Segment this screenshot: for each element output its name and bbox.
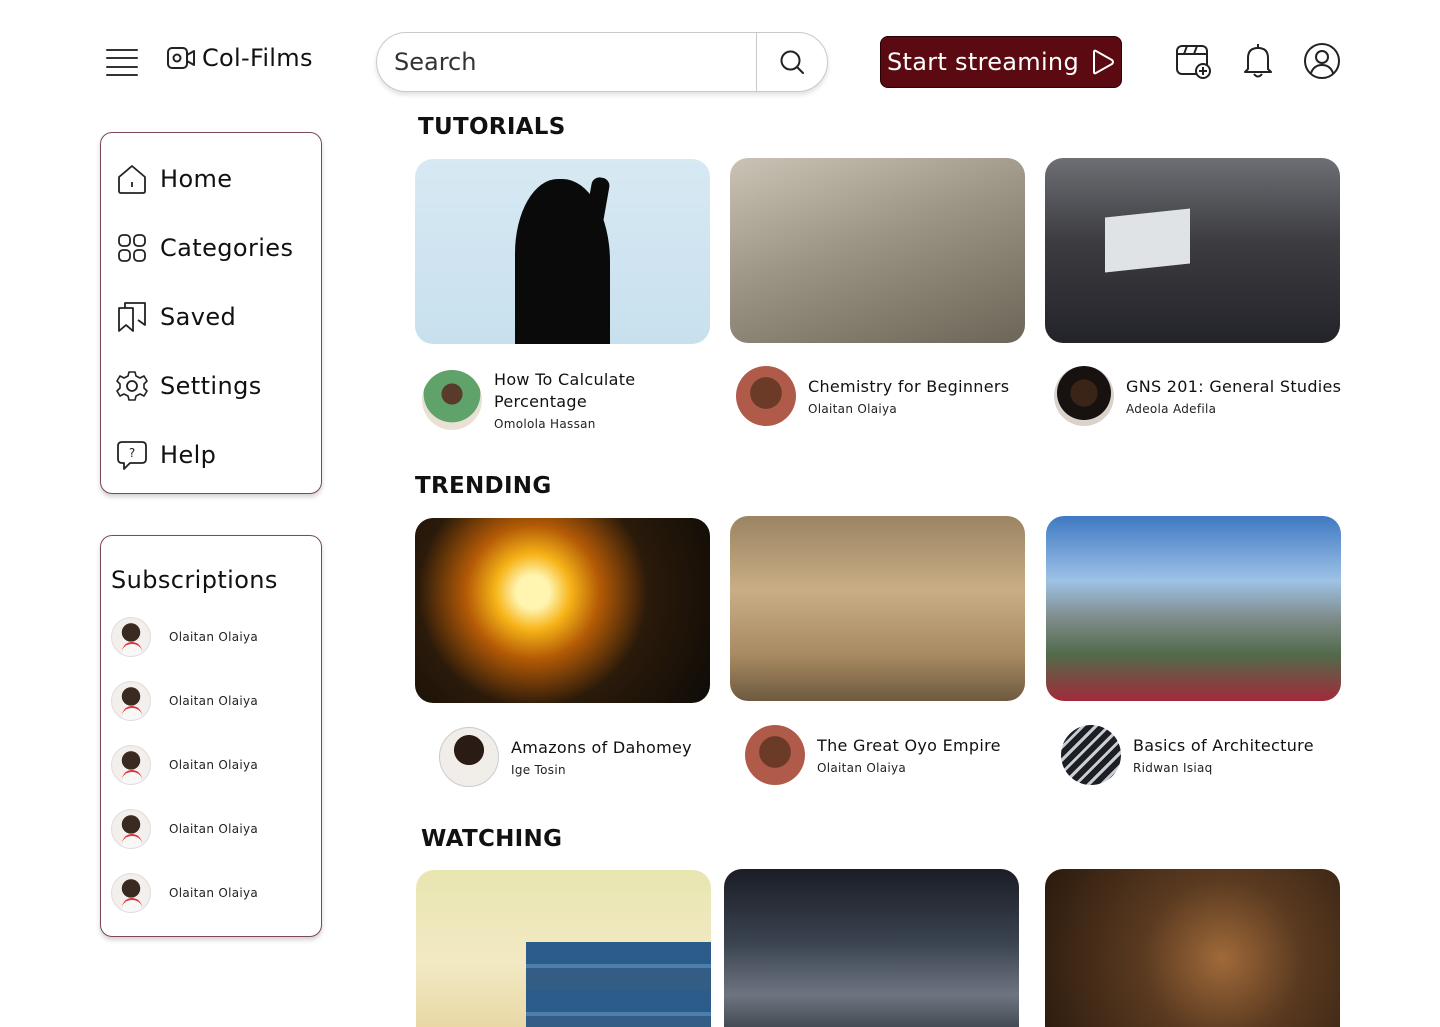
avatar xyxy=(111,809,151,849)
video-card-meta: Amazons of Dahomey Ige Tosin xyxy=(439,727,692,787)
avatar[interactable] xyxy=(439,727,499,787)
avatar[interactable] xyxy=(745,725,805,785)
video-thumbnail[interactable] xyxy=(415,518,710,703)
video-thumbnail[interactable] xyxy=(1045,158,1340,343)
video-thumbnail[interactable] xyxy=(1045,869,1340,1027)
avatar xyxy=(111,873,151,913)
channel-name[interactable]: Ridwan Isiaq xyxy=(1133,761,1314,775)
video-card-meta: Basics of Architecture Ridwan Isiaq xyxy=(1061,725,1314,785)
section-title-trending: TRENDING xyxy=(415,473,552,499)
avatar xyxy=(111,745,151,785)
app-name: Col-Films xyxy=(202,44,313,72)
channel-name[interactable]: Adeola Adefila xyxy=(1126,402,1341,416)
add-video-icon[interactable] xyxy=(1175,42,1213,80)
subscriptions-title: Subscriptions xyxy=(111,566,278,594)
saved-icon xyxy=(116,301,148,333)
video-title[interactable]: Basics of Architecture xyxy=(1133,735,1314,757)
subscription-name: Olaitan Olaiya xyxy=(169,630,259,644)
subscription-item[interactable]: Olaitan Olaiya xyxy=(111,681,258,721)
help-icon: ? xyxy=(116,439,148,471)
sidebar-item-label: Settings xyxy=(160,372,262,400)
menu-icon[interactable] xyxy=(106,47,138,77)
subscription-item[interactable]: Olaitan Olaiya xyxy=(111,745,258,785)
avatar xyxy=(111,617,151,657)
video-card-meta: How To Calculate Percentage Omolola Hass… xyxy=(422,369,694,431)
svg-text:?: ? xyxy=(129,446,135,460)
channel-name[interactable]: Ige Tosin xyxy=(511,763,692,777)
video-title[interactable]: The Great Oyo Empire xyxy=(817,735,1001,757)
play-icon xyxy=(1092,49,1114,75)
video-title[interactable]: Amazons of Dahomey xyxy=(511,737,692,759)
section-title-tutorials: TUTORIALS xyxy=(418,114,566,140)
channel-name[interactable]: Omolola Hassan xyxy=(494,417,694,431)
sidebar-item-label: Categories xyxy=(160,234,294,262)
subscription-name: Olaitan Olaiya xyxy=(169,758,259,772)
start-streaming-label: Start streaming xyxy=(887,48,1079,76)
video-title[interactable]: GNS 201: General Studies xyxy=(1126,376,1341,398)
categories-icon xyxy=(116,232,148,264)
profile-icon[interactable] xyxy=(1303,42,1341,80)
video-thumbnail[interactable] xyxy=(730,158,1025,343)
subscription-item[interactable]: Olaitan Olaiya xyxy=(111,873,258,913)
subscription-name: Olaitan Olaiya xyxy=(169,694,259,708)
subscription-name: Olaitan Olaiya xyxy=(169,886,259,900)
settings-icon xyxy=(116,370,148,402)
avatar[interactable] xyxy=(1054,366,1114,426)
search-button[interactable] xyxy=(756,33,827,91)
sidebar-item-label: Saved xyxy=(160,303,237,331)
sidebar-item-help[interactable]: ? Help xyxy=(116,439,216,471)
subscription-item[interactable]: Olaitan Olaiya xyxy=(111,809,258,849)
home-icon xyxy=(116,163,148,195)
video-card-meta: Chemistry for Beginners Olaitan Olaiya xyxy=(736,366,1009,426)
sidebar-nav: Home Categories Saved Settings ? Help xyxy=(100,132,322,494)
channel-name[interactable]: Olaitan Olaiya xyxy=(817,761,1001,775)
notification-bell-icon[interactable] xyxy=(1239,42,1277,80)
search-bar xyxy=(376,32,828,92)
sidebar-item-settings[interactable]: Settings xyxy=(116,370,262,402)
video-title[interactable]: Chemistry for Beginners xyxy=(808,376,1009,398)
avatar[interactable] xyxy=(736,366,796,426)
sidebar-item-categories[interactable]: Categories xyxy=(116,232,293,264)
video-card-meta: The Great Oyo Empire Olaitan Olaiya xyxy=(745,725,1001,785)
video-thumbnail[interactable] xyxy=(730,516,1025,701)
sidebar-item-label: Help xyxy=(160,441,217,469)
video-camera-icon xyxy=(167,47,195,69)
sidebar-item-saved[interactable]: Saved xyxy=(116,301,236,333)
video-thumbnail[interactable] xyxy=(1046,516,1341,701)
video-card-meta: GNS 201: General Studies Adeola Adefila xyxy=(1054,366,1341,426)
start-streaming-button[interactable]: Start streaming xyxy=(880,36,1122,88)
video-title[interactable]: How To Calculate Percentage xyxy=(494,369,694,413)
avatar[interactable] xyxy=(422,370,482,430)
section-title-watching: WATCHING xyxy=(421,826,563,852)
avatar[interactable] xyxy=(1061,725,1121,785)
avatar xyxy=(111,681,151,721)
search-icon xyxy=(780,50,804,74)
subscription-item[interactable]: Olaitan Olaiya xyxy=(111,617,258,657)
subscription-name: Olaitan Olaiya xyxy=(169,822,259,836)
search-input[interactable] xyxy=(377,33,756,91)
video-thumbnail[interactable] xyxy=(416,870,711,1027)
video-thumbnail[interactable] xyxy=(415,159,710,344)
channel-name[interactable]: Olaitan Olaiya xyxy=(808,402,1009,416)
subscriptions-panel: Subscriptions Olaitan Olaiya Olaitan Ola… xyxy=(100,535,322,937)
app-logo[interactable]: Col-Films xyxy=(166,44,313,72)
sidebar-item-home[interactable]: Home xyxy=(116,163,232,195)
video-thumbnail[interactable] xyxy=(724,869,1019,1027)
sidebar-item-label: Home xyxy=(160,165,233,193)
